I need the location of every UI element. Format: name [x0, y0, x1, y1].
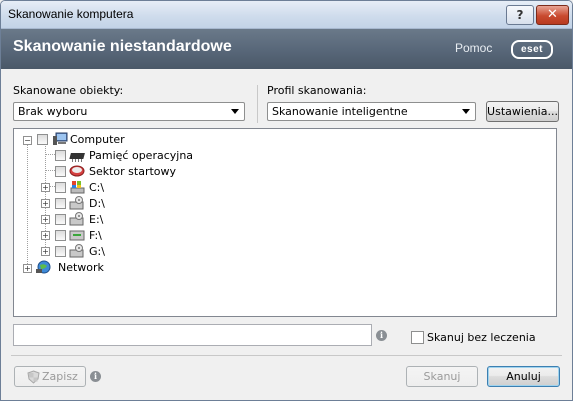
tree-item-drive-c[interactable]: + C:\ [14, 180, 314, 196]
expand-icon[interactable]: + [41, 247, 50, 256]
tree-item-drive-e[interactable]: + E:\ [14, 212, 314, 228]
checkbox[interactable] [37, 134, 48, 145]
profile-dropdown-value: Skanowanie inteligentne [272, 105, 408, 118]
tree-item-computer[interactable]: − Computer [14, 132, 314, 148]
scan-dialog-window: Skanowanie komputera ? ✕ Skanowanie nies… [0, 0, 573, 401]
tree-item-label: Computer [70, 133, 125, 146]
hard-drive-icon [69, 196, 84, 210]
tree-item-label: G:\ [89, 245, 105, 258]
expand-icon[interactable]: + [41, 199, 50, 208]
checkbox[interactable] [55, 150, 66, 161]
scan-path-input[interactable] [13, 324, 372, 346]
targets-dropdown-value: Brak wyboru [18, 105, 88, 118]
tree-item-drive-f[interactable]: + F:\ [14, 228, 314, 244]
tree-item-label: C:\ [89, 181, 105, 194]
scan-without-cleaning-checkbox[interactable] [411, 331, 424, 344]
expand-icon[interactable]: + [41, 183, 50, 192]
close-button[interactable]: ✕ [536, 5, 569, 25]
scan-button[interactable]: Skanuj [406, 366, 478, 387]
tree-item-label: D:\ [89, 197, 105, 210]
collapse-icon[interactable]: − [23, 136, 32, 145]
targets-dropdown[interactable]: Brak wyboru [13, 102, 245, 121]
tree-item-label: Pamięć operacyjna [89, 149, 194, 162]
info-icon[interactable]: i [90, 371, 101, 382]
eset-logo: eset [511, 40, 553, 59]
header-banner: Skanowanie niestandardowe Pomoc eset [1, 29, 572, 69]
checkbox[interactable] [55, 246, 66, 257]
window-title: Skanowanie komputera [8, 7, 134, 21]
removable-drive-icon [69, 230, 85, 241]
footer-divider [11, 355, 562, 356]
expand-icon[interactable]: + [41, 231, 50, 240]
cancel-button[interactable]: Anuluj [487, 366, 560, 387]
tree-item-label: Sektor startowy [89, 165, 177, 178]
checkbox[interactable] [55, 230, 66, 241]
page-title: Skanowanie niestandardowe [13, 38, 232, 55]
scan-without-cleaning-label: Skanuj bez leczenia [427, 331, 536, 344]
title-bar[interactable]: Skanowanie komputera ? ✕ [1, 1, 572, 29]
tree-item-drive-g[interactable]: + G:\ [14, 244, 314, 260]
tree-item-label: E:\ [89, 213, 104, 226]
checkbox[interactable] [55, 182, 66, 193]
help-link[interactable]: Pomoc [455, 41, 492, 55]
checkbox[interactable] [55, 198, 66, 209]
system-drive-icon [70, 181, 85, 194]
expand-icon[interactable]: + [41, 215, 50, 224]
save-button-label: Zapisz [42, 370, 78, 383]
info-icon[interactable]: i [376, 330, 387, 341]
chevron-down-icon [462, 109, 470, 114]
computer-icon [53, 132, 68, 145]
chevron-down-icon [231, 109, 239, 114]
settings-button[interactable]: Ustawienia... [486, 101, 559, 122]
memory-chip-icon [69, 153, 85, 162]
tree-item-boot-sector[interactable]: Sektor startowy [14, 164, 314, 180]
disk-icon [69, 165, 85, 177]
hard-drive-icon [69, 212, 84, 226]
profile-dropdown[interactable]: Skanowanie inteligentne [267, 102, 476, 121]
network-globe-icon [36, 260, 51, 274]
scan-targets-tree[interactable]: − Computer Pamięć operacyjna Sektor star… [13, 128, 557, 317]
tree-item-network[interactable]: + Network [14, 260, 314, 276]
shield-icon [27, 370, 40, 384]
vertical-separator [257, 85, 258, 123]
hard-drive-icon [69, 244, 84, 258]
checkbox[interactable] [55, 166, 66, 177]
checkbox[interactable] [55, 214, 66, 225]
profile-label: Profil skanowania: [267, 84, 367, 97]
targets-label: Skanowane obiekty: [13, 84, 124, 97]
tree-item-label: Network [58, 261, 104, 274]
expand-icon[interactable]: + [23, 264, 32, 273]
save-button[interactable]: Zapisz [14, 366, 86, 387]
help-button[interactable]: ? [506, 5, 534, 25]
tree-item-drive-d[interactable]: + D:\ [14, 196, 314, 212]
tree-item-label: F:\ [89, 229, 102, 242]
tree-item-memory[interactable]: Pamięć operacyjna [14, 148, 314, 164]
